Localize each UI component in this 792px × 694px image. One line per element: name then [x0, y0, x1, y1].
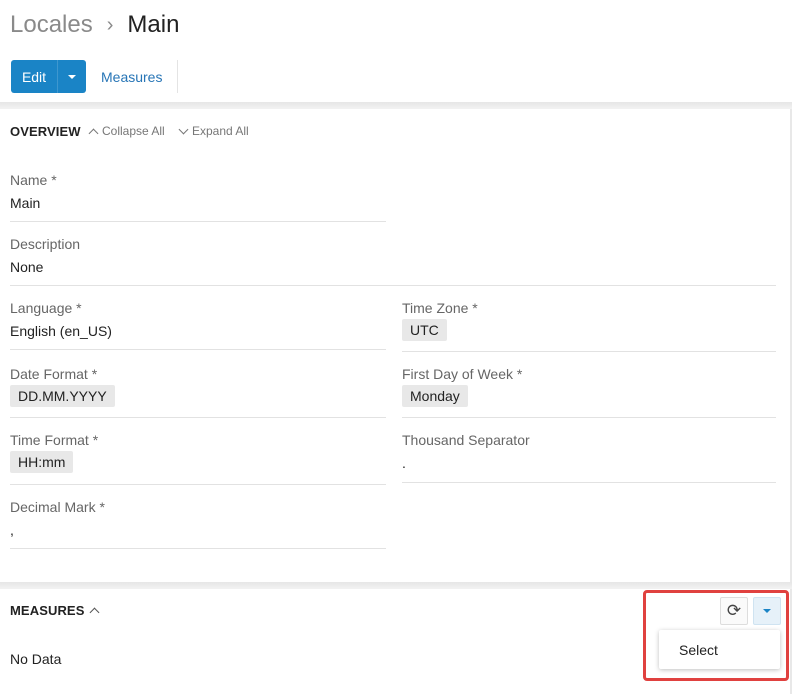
time-format-field: Time Format * HH:mm — [10, 431, 98, 473]
name-field: Name * Main — [10, 171, 57, 212]
breadcrumb: Locales › Main — [10, 8, 179, 42]
highlight-box — [643, 590, 789, 681]
expand-all-toggle[interactable]: Expand All — [178, 124, 249, 138]
decimal-mark-label: Decimal Mark * — [10, 499, 105, 515]
edit-options-button[interactable] — [57, 60, 86, 93]
name-value: Main — [10, 195, 41, 211]
no-data-text: No Data — [10, 651, 62, 667]
decimal-mark-field: Decimal Mark * , — [10, 498, 105, 539]
breadcrumb-separator: › — [106, 13, 114, 36]
description-value: None — [10, 259, 44, 275]
time-zone-value: UTC — [402, 319, 447, 341]
edit-button-group: Edit — [11, 60, 86, 93]
name-label: Name * — [10, 172, 57, 188]
page-title: Main — [127, 11, 180, 38]
language-field: Language * English (en_US) — [10, 299, 112, 340]
chevron-up-icon — [90, 607, 100, 618]
time-zone-field: Time Zone * UTC — [402, 299, 478, 341]
time-format-value: HH:mm — [10, 451, 74, 473]
first-day-of-week-value: Monday — [402, 385, 468, 407]
overview-section-title: OVERVIEW — [10, 124, 81, 139]
description-label: Description — [10, 236, 81, 252]
field-divider — [10, 285, 776, 286]
date-format-value: DD.MM.YYYY — [10, 385, 115, 407]
thousand-separator-field: Thousand Separator . — [402, 431, 530, 472]
chevron-down-icon — [178, 124, 189, 135]
field-divider — [10, 548, 386, 549]
date-format-field: Date Format * DD.MM.YYYY — [10, 365, 115, 407]
thousand-separator-value: . — [402, 455, 406, 471]
description-field: Description None — [10, 235, 80, 276]
measures-section-title: MEASURES — [10, 603, 85, 618]
collapse-all-toggle[interactable]: Collapse All — [88, 124, 165, 138]
toolbar: Edit Measures — [11, 60, 179, 93]
language-label: Language * — [10, 300, 82, 316]
first-day-of-week-field: First Day of Week * Monday — [402, 365, 522, 407]
thousand-separator-label: Thousand Separator — [402, 432, 530, 448]
decimal-mark-value: , — [10, 522, 14, 538]
first-day-of-week-label: First Day of Week * — [402, 366, 523, 382]
field-divider — [10, 349, 386, 350]
expand-all-label: Expand All — [192, 124, 249, 138]
section-divider — [0, 102, 792, 109]
language-value: English (en_US) — [10, 323, 112, 339]
breadcrumb-parent-link[interactable]: Locales — [10, 11, 93, 39]
field-divider — [10, 417, 386, 418]
time-format-label: Time Format * — [10, 432, 99, 448]
date-format-label: Date Format * — [10, 366, 98, 382]
field-divider — [402, 417, 776, 418]
field-divider — [402, 482, 776, 483]
edit-button[interactable]: Edit — [11, 60, 57, 93]
chevron-up-icon — [88, 128, 99, 138]
time-zone-label: Time Zone * — [402, 300, 478, 316]
field-divider — [10, 221, 386, 222]
section-divider — [0, 582, 792, 589]
caret-down-icon — [68, 74, 76, 79]
collapse-all-label: Collapse All — [102, 124, 165, 138]
field-divider — [10, 484, 386, 485]
measures-link[interactable]: Measures — [101, 60, 179, 93]
field-divider — [402, 351, 776, 352]
measures-section-header[interactable]: MEASURES — [10, 603, 100, 618]
